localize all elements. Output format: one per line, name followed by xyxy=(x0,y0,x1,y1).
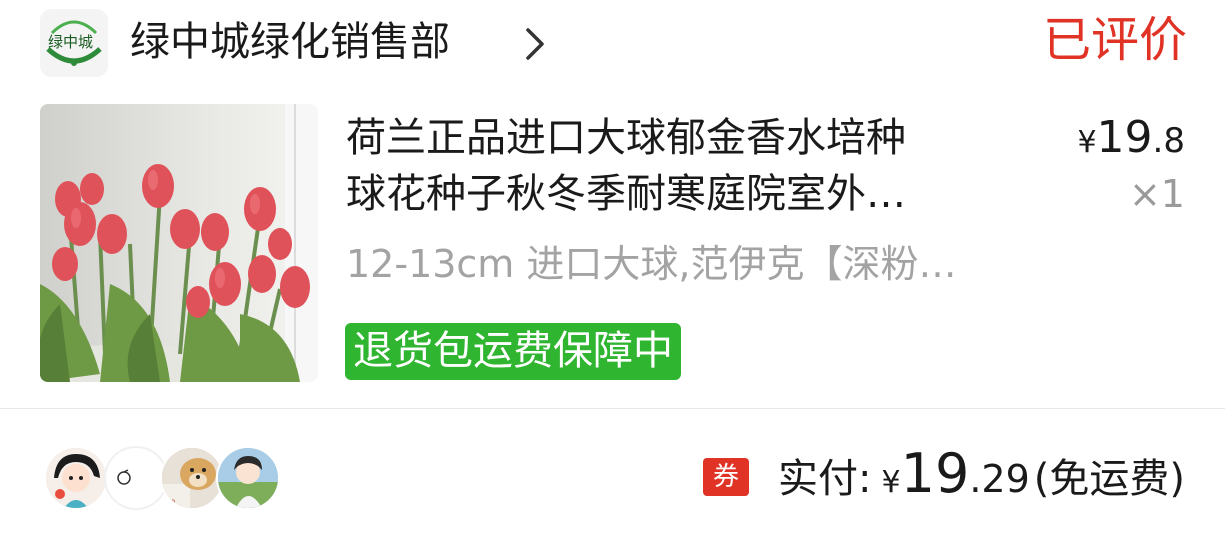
avatar-dog[interactable]: Re xyxy=(160,446,224,510)
product-image[interactable] xyxy=(40,104,318,382)
avatar-anime-girl[interactable] xyxy=(216,446,280,510)
order-card-header: 绿中城 绿中城绿化销售部 已评价 xyxy=(0,0,1225,95)
product-quantity: ×1 xyxy=(1128,172,1185,216)
shop-name[interactable]: 绿中城绿化销售部 xyxy=(130,14,450,70)
order-status: 已评价 xyxy=(1042,12,1187,68)
doodle-face-icon xyxy=(106,448,166,508)
anime-girl-icon xyxy=(218,448,278,508)
divider xyxy=(0,408,1225,409)
product-spec[interactable]: 12-13cm 进口大球,范伊克【深粉… xyxy=(346,238,957,290)
chevron-right-icon[interactable] xyxy=(520,24,550,64)
product-title-line-2: 球花种子秋冬季耐寒庭院室外… xyxy=(346,171,906,217)
paid-integer: 19 xyxy=(900,442,970,505)
dog-icon: Re xyxy=(162,448,222,508)
price-integer: 19 xyxy=(1096,112,1153,163)
price-currency: ¥ xyxy=(1077,125,1097,160)
shipping-note: (免运费) xyxy=(1033,456,1185,502)
price-decimal: .8 xyxy=(1152,121,1185,161)
svg-text:Re: Re xyxy=(165,497,176,506)
cartoon-girl-icon xyxy=(46,448,106,508)
product-title-line-1: 荷兰正品进口大球郁金香水培种 xyxy=(346,115,906,161)
return-shipping-guarantee-badge: 退货包运费保障中 xyxy=(345,323,681,380)
tulip-photo-icon xyxy=(40,104,318,382)
avatar-cartoon-girl[interactable] xyxy=(44,446,108,510)
paid-currency: ¥ xyxy=(881,465,901,500)
amount-paid: 实付: ¥19.29 (免运费) xyxy=(778,442,1185,505)
paid-label: 实付: xyxy=(778,456,872,502)
paid-decimal: .29 xyxy=(969,457,1030,501)
avatar-white-doodle[interactable] xyxy=(104,446,168,510)
product-title[interactable]: 荷兰正品进口大球郁金香水培种 球花种子秋冬季耐寒庭院室外… xyxy=(346,110,1026,222)
coupon-badge[interactable]: 券 xyxy=(703,458,749,496)
product-price: ¥19.8 xyxy=(1077,112,1185,163)
shop-logo-text: 绿中城 xyxy=(48,33,94,51)
shop-logo[interactable]: 绿中城 xyxy=(40,9,108,77)
